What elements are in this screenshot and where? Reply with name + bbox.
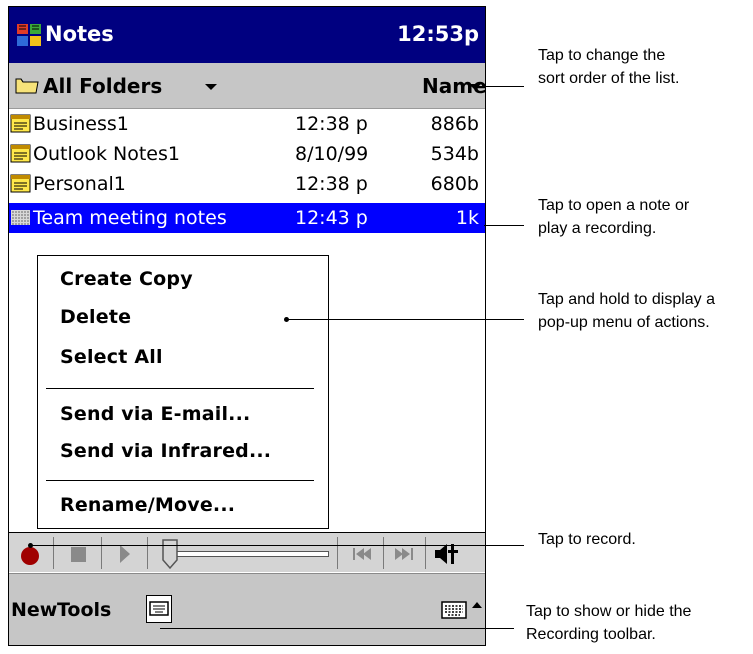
new-menu[interactable]: New <box>11 597 57 623</box>
play-icon[interactable] <box>107 536 141 570</box>
callout-hold-line2: pop-up menu of actions. <box>538 314 710 331</box>
note-size: 1k <box>455 207 479 229</box>
note-date: 12:38 p <box>295 113 368 135</box>
folder-dropdown[interactable]: All Folders <box>43 73 162 99</box>
volume-slider-track[interactable] <box>171 551 329 557</box>
recording-note-icon <box>11 210 30 225</box>
speaker-icon[interactable] <box>429 536 469 570</box>
record-icon[interactable] <box>13 536 47 570</box>
toolbar-separator <box>383 537 384 569</box>
note-icon <box>10 144 31 163</box>
callout-open-line1: Tap to open a note or <box>538 197 690 214</box>
recording-toolbar <box>9 532 485 572</box>
note-date: 12:38 p <box>295 173 368 195</box>
callout-leader-sort <box>476 86 524 87</box>
callout-leader-hold <box>286 319 524 320</box>
callout-sort: Tap to change the sort order of the list… <box>538 44 679 90</box>
input-caret-icon[interactable] <box>472 602 482 608</box>
context-menu: Create Copy Delete Select All Send via E… <box>37 255 329 529</box>
note-date: 8/10/99 <box>295 143 369 165</box>
menu-separator <box>46 480 314 481</box>
sort-dropdown-arrow-icon[interactable] <box>469 84 481 90</box>
callout-toolbar: Tap to show or hide the Recording toolba… <box>526 600 691 646</box>
note-size: 680b <box>430 173 479 195</box>
note-icon <box>10 114 31 133</box>
skip-forward-icon[interactable] <box>387 536 421 570</box>
callout-dot <box>284 317 289 322</box>
callout-record-line1: Tap to record. <box>538 531 636 548</box>
note-row[interactable]: Personal1 12:38 p 680b <box>9 169 485 199</box>
note-date: 12:43 p <box>295 207 368 229</box>
note-size: 534b <box>430 143 479 165</box>
clock[interactable]: 12:53p <box>397 20 479 48</box>
folder-icon <box>15 78 39 94</box>
note-size: 886b <box>430 113 479 135</box>
cassette-icon <box>149 601 169 616</box>
callout-sort-line2: sort order of the list. <box>538 70 680 87</box>
note-row[interactable]: Business1 12:38 p 886b <box>9 109 485 139</box>
note-row-selected[interactable]: Team meeting notes 12:43 p 1k <box>9 203 485 233</box>
menu-item-rename-move[interactable]: Rename/Move... <box>60 491 235 519</box>
title-bar: Notes 12:53p <box>9 7 485 63</box>
callout-record: Tap to record. <box>538 528 636 551</box>
toolbar-separator <box>425 537 426 569</box>
recording-toolbar-toggle-icon[interactable] <box>146 595 172 623</box>
toolbar-separator <box>147 537 148 569</box>
callout-sort-line1: Tap to change the <box>538 47 666 64</box>
app-title: Notes <box>45 22 114 46</box>
skip-back-icon[interactable] <box>345 536 379 570</box>
callout-open-line2: play a recording. <box>538 220 657 237</box>
callout-hold-line1: Tap and hold to display a <box>538 291 716 308</box>
toolbar-separator <box>337 537 338 569</box>
command-bar: New Tools <box>9 573 485 645</box>
note-name: Team meeting notes <box>33 207 227 229</box>
callout-hold: Tap and hold to display a pop-up menu of… <box>538 288 715 334</box>
menu-item-send-infrared[interactable]: Send via Infrared... <box>60 437 271 465</box>
folder-dropdown-arrow-icon[interactable] <box>205 84 217 90</box>
callout-dot <box>28 543 33 548</box>
callout-toolbar-line1: Tap to show or hide the <box>526 603 692 620</box>
menu-item-send-email[interactable]: Send via E-mail... <box>60 400 250 428</box>
menu-item-create-copy[interactable]: Create Copy <box>60 265 193 293</box>
callout-leader-record <box>30 545 524 546</box>
folder-bar: All Folders Name <box>9 63 485 109</box>
toolbar-separator <box>53 537 54 569</box>
callout-open: Tap to open a note or play a recording. <box>538 194 689 240</box>
menu-item-select-all[interactable]: Select All <box>60 343 163 371</box>
toolbar-separator <box>101 537 102 569</box>
note-icon <box>10 174 31 193</box>
note-name: Business1 <box>33 113 129 135</box>
menu-item-delete[interactable]: Delete <box>60 303 131 331</box>
callout-leader-toolbar <box>160 628 514 629</box>
menu-separator <box>46 388 314 389</box>
tools-menu[interactable]: Tools <box>57 597 111 623</box>
stop-icon[interactable] <box>61 536 95 570</box>
note-name: Outlook Notes1 <box>33 143 180 165</box>
callout-toolbar-line2: Recording toolbar. <box>526 626 656 643</box>
note-name: Personal1 <box>33 173 126 195</box>
note-row[interactable]: Outlook Notes1 8/10/99 534b <box>9 139 485 169</box>
keyboard-icon[interactable] <box>441 600 467 620</box>
volume-slider-thumb[interactable] <box>161 538 179 570</box>
pocket-pc-screen: Notes 12:53p All Folders Name Business1 … <box>8 6 486 646</box>
callout-leader-open <box>484 225 524 226</box>
windows-start-icon[interactable] <box>15 21 43 49</box>
